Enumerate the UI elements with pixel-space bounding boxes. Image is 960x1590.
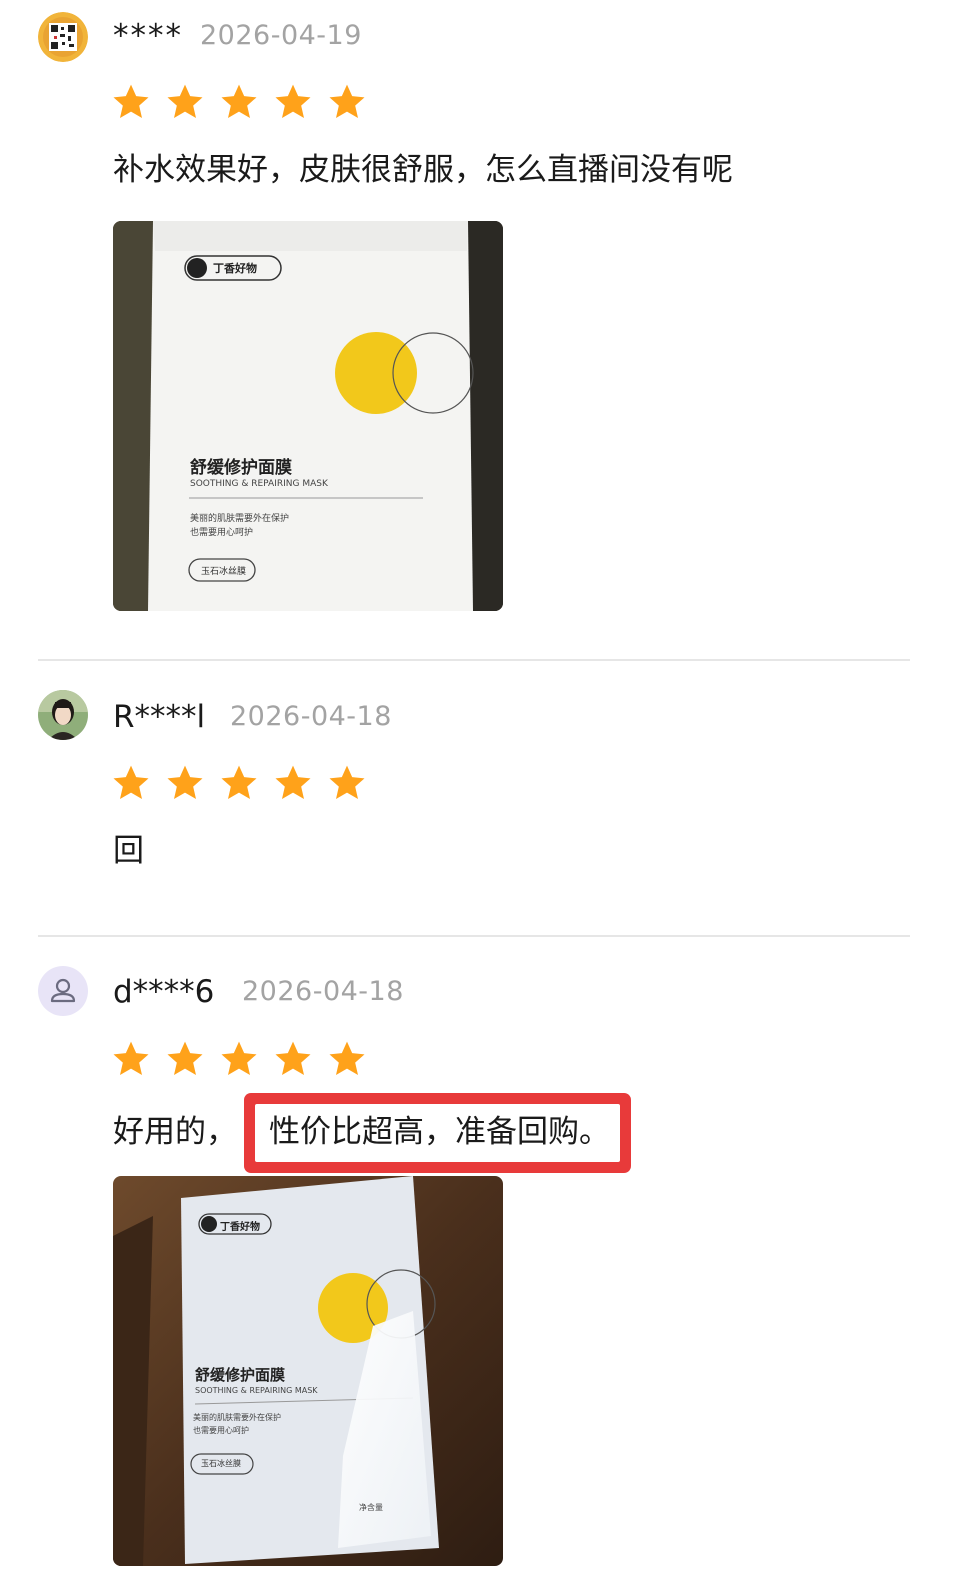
star-icon	[273, 82, 313, 122]
package-subtitle-text: SOOTHING & REPAIRING MASK	[190, 479, 328, 489]
star-icon	[165, 82, 205, 122]
star-icon	[219, 763, 259, 803]
package-brand-text: 丁香好物	[220, 1222, 260, 1233]
star-icon	[273, 1039, 313, 1079]
package-tagline-text: 美丽的肌肤需要外在保护	[193, 1413, 281, 1422]
package-tagline-text: 美丽的肌肤需要外在保护	[190, 514, 290, 524]
avatar[interactable]	[38, 966, 88, 1016]
avatar[interactable]	[38, 12, 88, 62]
star-icon	[111, 82, 151, 122]
review-photo[interactable]: 丁香好物 舒缓修护面膜 SOOTHING & REPAIRING MASK 美丽…	[113, 1176, 503, 1566]
review-item: R****l 2026-04-18 回	[0, 661, 960, 936]
star-icon	[327, 1039, 367, 1079]
star-rating	[111, 1039, 367, 1083]
star-icon	[327, 82, 367, 122]
package-subtitle-text: SOOTHING & REPAIRING MASK	[195, 1386, 318, 1395]
package-tagline-text: 也需要用心呵护	[190, 528, 254, 538]
review-date: 2026-04-18	[242, 976, 404, 1007]
star-icon	[273, 763, 313, 803]
star-icon	[165, 763, 205, 803]
review-date: 2026-04-18	[230, 701, 392, 732]
user-icon	[50, 978, 76, 1003]
package-title-text: 舒缓修护面膜	[195, 1366, 286, 1384]
star-icon	[327, 763, 367, 803]
highlighted-review-text: 性价比超高，准备回购。	[255, 1104, 620, 1162]
review-item: d****6 2026-04-18 好用的， 性价比超高，准备回购。 丁香好物 …	[0, 937, 960, 1590]
star-icon	[219, 82, 259, 122]
review-photo[interactable]: 丁香好物 舒缓修护面膜 SOOTHING & REPAIRING MASK 美丽…	[113, 221, 503, 611]
avatar[interactable]	[38, 690, 88, 740]
package-title-text: 舒缓修护面膜	[190, 458, 292, 478]
package-material-text: 玉石冰丝膜	[201, 567, 247, 577]
username: R****l	[113, 699, 206, 735]
star-rating	[111, 82, 367, 126]
review-text-prefix: 好用的，	[113, 1114, 237, 1150]
review-text: 回	[113, 833, 144, 869]
star-icon	[111, 763, 151, 803]
package-footer-text: 净含量	[359, 1503, 383, 1512]
star-rating	[111, 763, 367, 807]
star-icon	[219, 1039, 259, 1079]
username: d****6	[113, 974, 215, 1010]
star-icon	[111, 1039, 151, 1079]
package-brand-text: 丁香好物	[213, 262, 257, 275]
review-item: **** 2026-04-19 补水效果好，皮肤很舒服，怎么直播间没有呢 丁香好…	[0, 0, 960, 660]
review-text: 好用的， 性价比超高，准备回购。	[113, 1104, 620, 1162]
username: ****	[113, 18, 183, 54]
package-material-text: 玉石冰丝膜	[201, 1459, 241, 1468]
review-text: 补水效果好，皮肤很舒服，怎么直播间没有呢	[113, 152, 733, 188]
star-icon	[165, 1039, 205, 1079]
package-tagline-text: 也需要用心呵护	[193, 1426, 249, 1435]
review-date: 2026-04-19	[200, 20, 362, 51]
